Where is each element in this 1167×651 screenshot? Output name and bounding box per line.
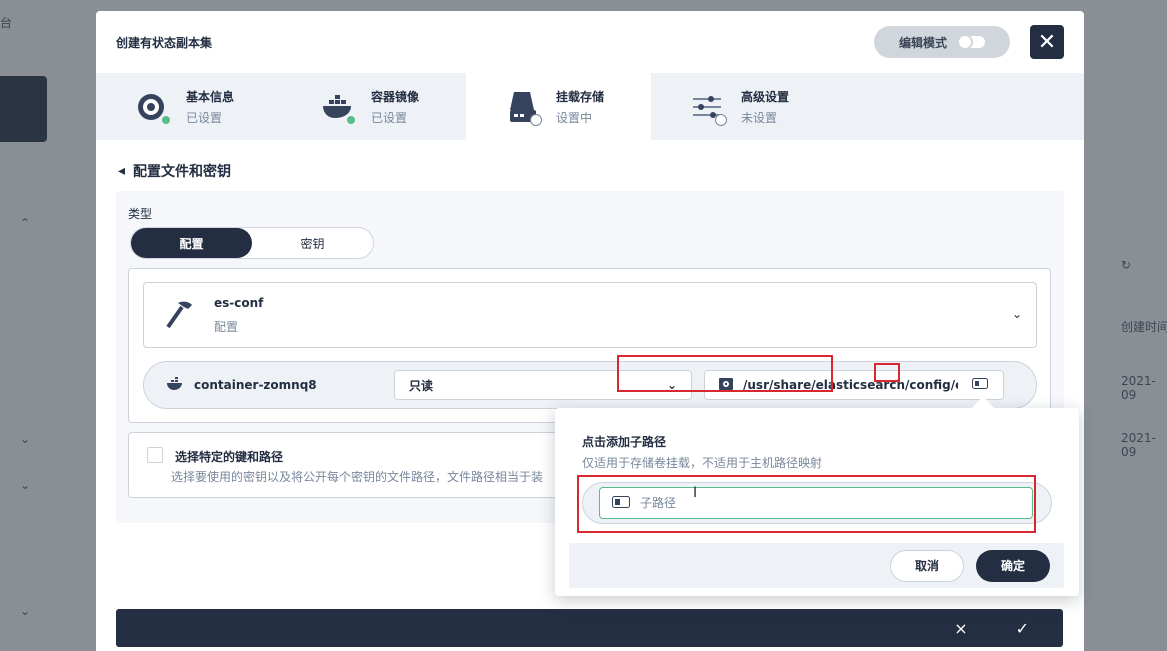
back-arrow-icon[interactable]: ◂ xyxy=(118,163,125,179)
chevron-down-icon[interactable]: ⌄ xyxy=(1012,307,1022,321)
specific-keys-title: 选择特定的键和路径 xyxy=(175,450,284,464)
sliders-icon xyxy=(691,90,727,126)
step-advanced-settings[interactable]: 高级设置 未设置 xyxy=(651,73,836,140)
chevron-up-icon: ⌃ xyxy=(20,216,31,230)
edit-mode-label: 编辑模式 xyxy=(898,35,947,50)
chevron-down-icon: ⌄ xyxy=(20,432,31,446)
docker-whale-icon xyxy=(166,376,184,394)
subpath-toggle-icon[interactable] xyxy=(972,378,988,392)
modal-header: 创建有状态副本集 编辑模式 ✕ xyxy=(96,11,1084,73)
modal-title: 创建有状态副本集 xyxy=(116,35,213,50)
chevron-down-icon: ⌄ xyxy=(20,478,31,492)
mount-path-value: /usr/share/elasticsearch/config/elasti xyxy=(743,378,958,392)
access-mode-select[interactable]: 只读 ⌄ xyxy=(394,370,692,400)
close-icon[interactable]: ✕ xyxy=(1030,25,1064,59)
status-dot-pending xyxy=(715,113,727,126)
specific-keys-desc: 选择要使用的密钥以及将公开每个密钥的文件路径，文件路径相当于装 xyxy=(171,470,544,484)
status-dot-progress xyxy=(530,113,542,126)
step-status: 设置中 xyxy=(556,110,593,125)
chevron-down-icon: ⌄ xyxy=(666,378,677,392)
modal-footer-bar: × ✓ xyxy=(116,609,1063,647)
container-label: container-zomnq8 xyxy=(166,376,394,394)
bg-cell: 2021-09 xyxy=(1121,431,1156,459)
docker-whale-icon xyxy=(321,90,357,126)
access-mode-value: 只读 xyxy=(409,378,434,393)
refresh-icon: ↻ xyxy=(1121,258,1132,272)
subpath-input-wrap xyxy=(582,482,1052,524)
type-label: 类型 xyxy=(128,207,153,221)
ok-button[interactable]: 确定 xyxy=(976,549,1050,582)
mount-path-input[interactable]: /usr/share/elasticsearch/config/elasti xyxy=(704,370,1004,400)
configmap-name: es-conf xyxy=(214,295,264,310)
step-status: 已设置 xyxy=(186,110,223,125)
step-status: 已设置 xyxy=(371,110,408,125)
type-option-config[interactable]: 配置 xyxy=(131,228,252,258)
confirm-check-icon[interactable]: ✓ xyxy=(1016,619,1029,638)
container-mount-row: container-zomnq8 只读 ⌄ /usr/share/elastic… xyxy=(143,361,1037,409)
step-container-image[interactable]: 容器镜像 已设置 xyxy=(281,73,466,140)
step-status: 未设置 xyxy=(741,110,778,125)
configmap-select[interactable]: es-conf 配置 ⌄ xyxy=(143,282,1037,348)
type-option-secret[interactable]: 密钥 xyxy=(252,228,373,258)
wizard-steps: 基本信息 已设置 容器镜像 已设置 挂载存储 设置中 高级设置 未设置 xyxy=(96,73,1084,140)
specific-keys-checkbox[interactable] xyxy=(147,447,163,463)
disk-icon xyxy=(136,90,172,126)
bg-cell: 2021-09 xyxy=(1121,374,1156,402)
config-group: es-conf 配置 ⌄ container-zomnq8 只读 ⌄ /usr/… xyxy=(128,268,1051,423)
storage-drive-icon xyxy=(506,90,542,126)
status-dot-done xyxy=(160,113,172,126)
step-title: 基本信息 xyxy=(186,89,235,104)
edit-mode-toggle[interactable]: 编辑模式 xyxy=(874,26,1010,58)
section-title-text: 配置文件和密钥 xyxy=(133,164,232,180)
popover-desc: 仅适用于存储卷挂载，不适用于主机路径映射 xyxy=(582,456,823,470)
cancel-button[interactable]: 取消 xyxy=(890,549,964,582)
step-title: 高级设置 xyxy=(741,89,790,104)
chevron-down-icon: ⌄ xyxy=(20,604,31,618)
text-cursor-icon: I xyxy=(693,485,698,501)
bg-col-header: 创建时间 xyxy=(1121,320,1167,334)
section-title[interactable]: ◂ 配置文件和密钥 xyxy=(118,161,231,181)
bg-sidebar-active-block xyxy=(0,76,47,142)
popover-footer: 取消 确定 xyxy=(569,543,1064,588)
subpath-field-icon xyxy=(612,495,630,511)
toggle-switch-icon xyxy=(957,34,985,50)
step-title: 容器镜像 xyxy=(371,89,420,104)
bg-partial-label: 台 xyxy=(0,16,13,30)
hammer-icon xyxy=(162,297,196,334)
popover-title: 点击添加子路径 xyxy=(582,435,667,449)
container-name: container-zomnq8 xyxy=(194,378,317,392)
type-segmented-control: 配置 密钥 xyxy=(130,227,374,259)
configmap-kind: 配置 xyxy=(214,319,239,334)
step-basic-info[interactable]: 基本信息 已设置 xyxy=(96,73,281,140)
step-title: 挂载存储 xyxy=(556,89,605,104)
gear-box-icon xyxy=(719,377,733,393)
subpath-input-box[interactable] xyxy=(599,487,1033,519)
subpath-popover: 点击添加子路径 仅适用于存储卷挂载，不适用于主机路径映射 取消 确定 xyxy=(555,408,1079,596)
step-mount-storage[interactable]: 挂载存储 设置中 xyxy=(466,73,651,140)
cancel-icon[interactable]: × xyxy=(954,619,967,638)
status-dot-done xyxy=(345,113,357,126)
